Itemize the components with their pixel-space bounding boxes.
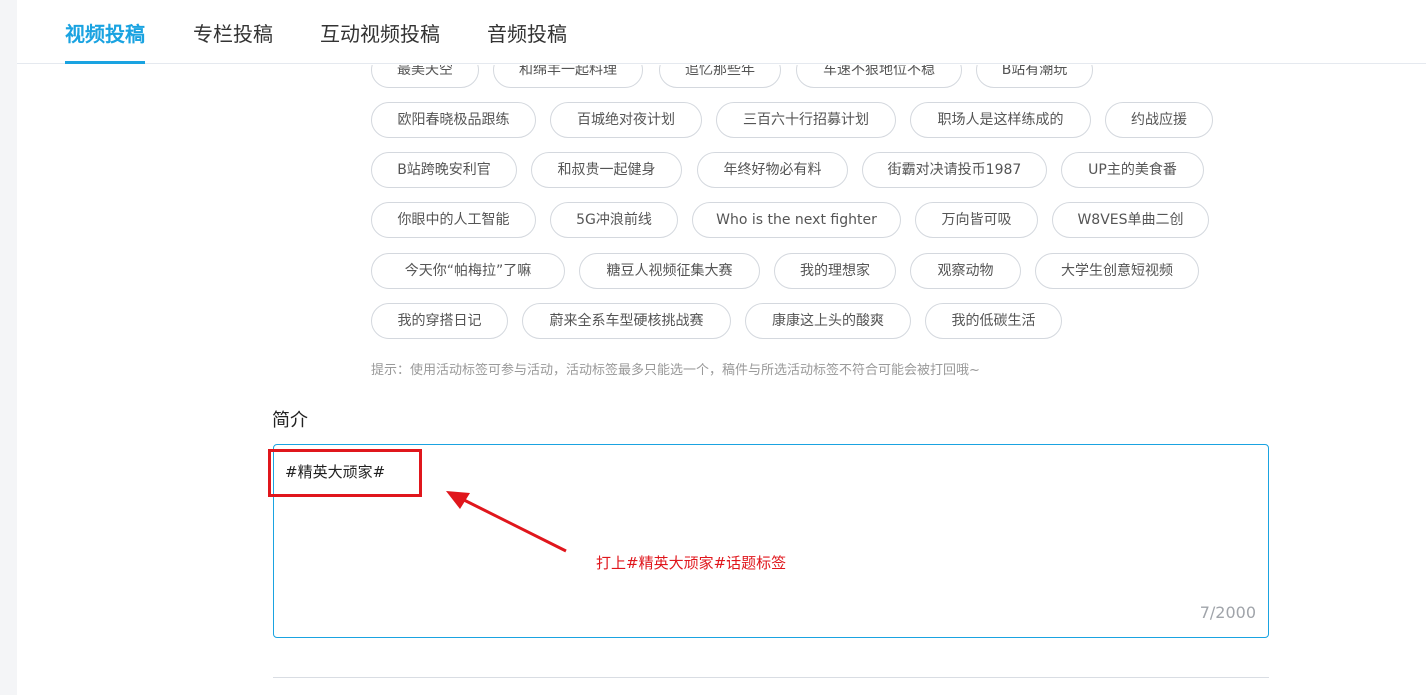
annotation-text: 打上#精英大顽家#话题标签: [596, 554, 787, 572]
activity-tag[interactable]: 5G冲浪前线: [550, 202, 678, 238]
intro-textarea[interactable]: [273, 444, 1269, 638]
activity-tag[interactable]: UP主的美食番: [1061, 152, 1204, 188]
annotation-arrow-icon: [446, 491, 567, 553]
activity-tag[interactable]: 蔚来全系车型硬核挑战赛: [522, 303, 731, 339]
activity-tag[interactable]: 追忆那些年: [659, 65, 781, 88]
activity-tag[interactable]: Who is the next fighter: [692, 202, 901, 238]
annotation-highlight-box: [268, 449, 422, 497]
activity-tag[interactable]: 万向皆可吸: [915, 202, 1038, 238]
activity-tag[interactable]: 百城绝对夜计划: [550, 102, 702, 138]
activity-tag[interactable]: 职场人是这样练成的: [910, 102, 1091, 138]
activity-tag-list: 最美天空 和绵羊一起料理 追忆那些年 车速不狠地位不稳 B站有潮玩 欧阳春晓极品…: [0, 65, 1426, 345]
tab-video-upload[interactable]: 视频投稿: [65, 18, 145, 64]
section-divider: [273, 677, 1269, 678]
activity-tag[interactable]: 约战应援: [1105, 102, 1213, 138]
activity-tag[interactable]: 我的理想家: [774, 253, 896, 289]
activity-tag[interactable]: 今天你“帕梅拉”了嘛: [371, 253, 565, 289]
intro-char-counter: 7/2000: [1199, 603, 1256, 622]
upload-page: 视频投稿 专栏投稿 互动视频投稿 音频投稿 最美天空 和绵羊一起料理 追忆那些年…: [0, 0, 1426, 695]
activity-tag[interactable]: 糖豆人视频征集大赛: [579, 253, 760, 289]
activity-tag[interactable]: 大学生创意短视频: [1035, 253, 1199, 289]
activity-tag[interactable]: 最美天空: [371, 65, 479, 88]
activity-tag[interactable]: 我的低碳生活: [925, 303, 1062, 339]
activity-tag[interactable]: 观察动物: [910, 253, 1021, 289]
tab-audio-upload[interactable]: 音频投稿: [487, 18, 567, 64]
upload-type-tabs: 视频投稿 专栏投稿 互动视频投稿 音频投稿: [17, 0, 1426, 64]
activity-tag[interactable]: B站有潮玩: [976, 65, 1093, 88]
activity-tag-hint: 提示：使用活动标签可参与活动，活动标签最多只能选一个，稿件与所选活动标签不符合可…: [371, 363, 980, 378]
tab-interactive-video-upload[interactable]: 互动视频投稿: [320, 18, 440, 64]
activity-tag[interactable]: B站跨晚安利官: [371, 152, 517, 188]
activity-tag[interactable]: 欧阳春晓极品跟练: [371, 102, 536, 138]
activity-tag[interactable]: 我的穿搭日记: [371, 303, 508, 339]
activity-tag[interactable]: W8VES单曲二创: [1052, 202, 1209, 238]
activity-tag[interactable]: 年终好物必有料: [697, 152, 848, 188]
activity-tag[interactable]: 三百六十行招募计划: [716, 102, 896, 138]
intro-label: 简介: [272, 410, 308, 431]
tab-article-upload[interactable]: 专栏投稿: [193, 18, 273, 64]
activity-tag[interactable]: 康康这上头的酸爽: [745, 303, 911, 339]
activity-tag[interactable]: 街霸对决请投币1987: [862, 152, 1047, 188]
activity-tag[interactable]: 你眼中的人工智能: [371, 202, 536, 238]
activity-tag[interactable]: 和叔贵一起健身: [531, 152, 682, 188]
activity-tag[interactable]: 车速不狠地位不稳: [796, 65, 962, 88]
activity-tag[interactable]: 和绵羊一起料理: [493, 65, 643, 88]
